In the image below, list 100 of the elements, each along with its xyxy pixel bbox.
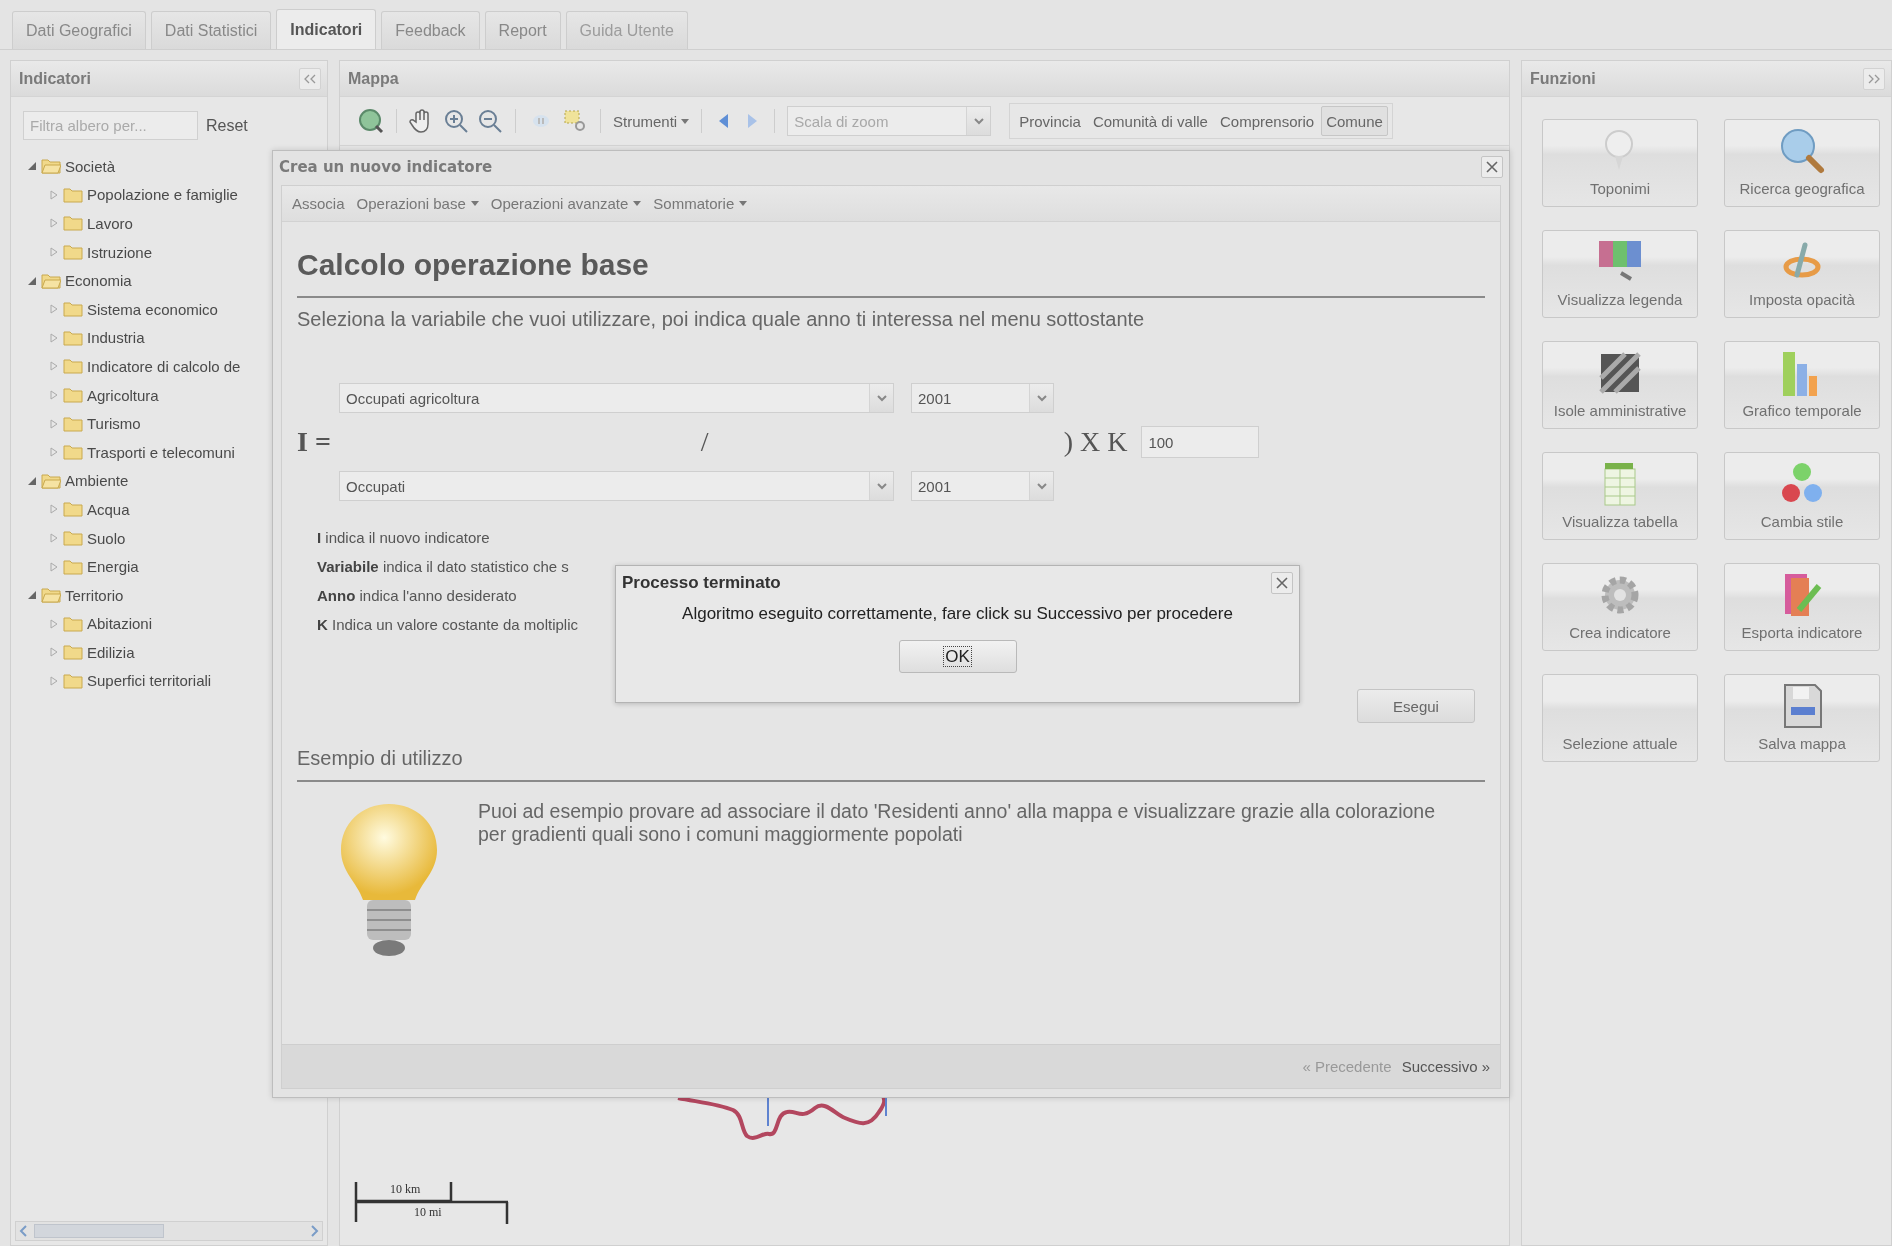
menu-item[interactable]: Sommatorie (649, 195, 752, 212)
tree-item[interactable]: Energia (87, 558, 139, 576)
expanded-arrow-icon[interactable] (27, 275, 37, 286)
dialog-title: Crea un nuovo indicatore (279, 158, 493, 176)
run-button[interactable]: Esegui (1357, 689, 1475, 723)
function-button[interactable]: Grafico temporale (1724, 341, 1880, 429)
tab[interactable]: Dati Statistici (150, 11, 272, 49)
year-dropdown[interactable]: 2001 (911, 471, 1054, 501)
tab[interactable]: Feedback (381, 11, 480, 49)
legend-text: Variabile indica il dato statistico che s (317, 558, 569, 575)
tree-item[interactable]: Turismo (87, 415, 141, 433)
chevron-down-icon (1036, 394, 1047, 402)
tree-item[interactable]: Suolo (87, 529, 126, 547)
tree-item[interactable]: Superfici territoriali (87, 672, 212, 690)
function-button[interactable]: Selezione attuale (1542, 674, 1698, 762)
pager-link[interactable]: Successivo » (1401, 1056, 1490, 1077)
tree-item[interactable]: Agricoltura (87, 386, 159, 404)
level-button[interactable]: Comunità di valle (1087, 106, 1213, 136)
function-button[interactable]: Imposta opacità (1724, 230, 1880, 318)
tree-item[interactable]: Sistema economico (87, 300, 218, 318)
caret-icon (739, 201, 748, 206)
folder-icon (63, 444, 83, 461)
tree-item[interactable]: Popolazione e famiglie (87, 186, 238, 204)
close-button[interactable] (1481, 156, 1503, 178)
globe-search-icon[interactable] (358, 108, 384, 134)
tree-item[interactable]: Indicatore di calcolo de (87, 357, 241, 375)
level-button[interactable]: Comune (1321, 106, 1388, 136)
collapse-button[interactable] (299, 67, 321, 90)
function-button[interactable]: Visualizza legenda (1542, 230, 1698, 318)
collapsed-arrow-icon[interactable] (49, 218, 59, 229)
variable-dropdown[interactable]: Occupati agricoltura (339, 383, 894, 413)
level-button[interactable]: Comprensorio (1214, 106, 1320, 136)
example-text: Puoi ad esempio provare ad associare il dato 'Residenti anno' alla mappa e visualizzare grazie alla colorazione per gradienti quali sono i comuni maggiormente popolati (478, 800, 1436, 846)
folder-icon (41, 587, 61, 604)
level-button[interactable]: Provincia (1014, 106, 1086, 136)
menu-item[interactable]: Associa (288, 195, 349, 212)
close-icon (1276, 577, 1288, 589)
tree-item[interactable]: Industria (87, 329, 145, 347)
expand-button[interactable] (1863, 67, 1885, 90)
tree-item[interactable]: Lavoro (87, 215, 133, 232)
collapsed-arrow-icon[interactable] (49, 647, 59, 658)
menu-item[interactable]: Operazioni base (352, 195, 483, 212)
function-button[interactable]: Isole amministrative (1542, 341, 1698, 429)
function-button[interactable]: Crea indicatore (1542, 563, 1698, 651)
tab[interactable]: Indicatori (276, 9, 377, 49)
expanded-arrow-icon[interactable] (27, 161, 37, 172)
folder-icon (63, 244, 83, 261)
tree-item[interactable]: Società (65, 157, 116, 175)
tree-item[interactable]: Edilizia (87, 643, 135, 661)
ok-button[interactable]: OK (898, 640, 1017, 673)
tree-item[interactable]: Trasporti e telecomuni (87, 443, 235, 461)
collapsed-arrow-icon[interactable] (49, 361, 59, 372)
expanded-arrow-icon[interactable] (27, 590, 37, 601)
reset-button[interactable]: Reset (206, 114, 248, 137)
tree-item[interactable]: Abitazioni (87, 615, 153, 633)
menu-item[interactable]: Operazioni avanzate (486, 195, 646, 212)
horizontal-scrollbar[interactable] (15, 1221, 323, 1241)
function-button[interactable]: Salva mappa (1724, 674, 1880, 762)
tree-item[interactable]: Acqua (87, 500, 130, 518)
zoom-in-icon[interactable] (443, 108, 469, 134)
close-button[interactable] (1271, 572, 1293, 594)
collapsed-arrow-icon[interactable] (49, 618, 59, 629)
panel-title: Funzioni (1530, 69, 1596, 88)
collapsed-arrow-icon[interactable] (49, 247, 59, 258)
collapsed-arrow-icon[interactable] (49, 332, 59, 343)
zoom-out-icon[interactable] (477, 108, 503, 134)
filter-field[interactable]: Filtra albero per... (23, 111, 198, 140)
scale-label: 10 mi (414, 1205, 442, 1220)
function-button[interactable]: Toponimi (1542, 119, 1698, 207)
collapsed-arrow-icon[interactable] (49, 390, 59, 401)
function-button[interactable]: Esporta indicatore (1724, 563, 1880, 651)
caret-icon (681, 118, 690, 124)
tools-menu[interactable]: Strumenti (613, 112, 690, 130)
select-area-icon[interactable] (562, 108, 588, 134)
collapsed-arrow-icon[interactable] (49, 504, 59, 515)
tree-item[interactable]: Ambiente (65, 472, 129, 490)
panel-title: Indicatori (19, 69, 91, 88)
collapsed-arrow-icon[interactable] (49, 418, 59, 429)
tree-item[interactable]: Territorio (65, 586, 124, 604)
tree-item[interactable]: Economia (65, 272, 132, 290)
tab[interactable]: Report (484, 11, 561, 49)
year-dropdown[interactable]: 2001 (911, 383, 1054, 413)
function-button[interactable]: Visualizza tabella (1542, 452, 1698, 540)
function-button[interactable]: Cambia stile (1724, 452, 1880, 540)
folder-icon (63, 501, 83, 518)
folder-icon (41, 158, 61, 175)
collapsed-arrow-icon[interactable] (49, 676, 59, 686)
formula-label: ) X K (1063, 426, 1128, 458)
collapsed-arrow-icon[interactable] (49, 304, 59, 315)
tree-item[interactable]: Istruzione (87, 243, 153, 261)
function-button[interactable]: Ricerca geografica (1724, 119, 1880, 207)
collapsed-arrow-icon[interactable] (49, 561, 59, 572)
collapsed-arrow-icon[interactable] (49, 447, 59, 458)
collapsed-arrow-icon[interactable] (49, 533, 59, 543)
collapsed-arrow-icon[interactable] (49, 189, 59, 200)
variable-dropdown[interactable]: Occupati (339, 471, 894, 501)
tab[interactable]: Dati Geografici (12, 11, 146, 49)
k-value-field[interactable]: 100 (1141, 426, 1260, 458)
expanded-arrow-icon[interactable] (27, 475, 37, 486)
legend-text: K Indica un valore costante da moltiplic (317, 616, 578, 633)
